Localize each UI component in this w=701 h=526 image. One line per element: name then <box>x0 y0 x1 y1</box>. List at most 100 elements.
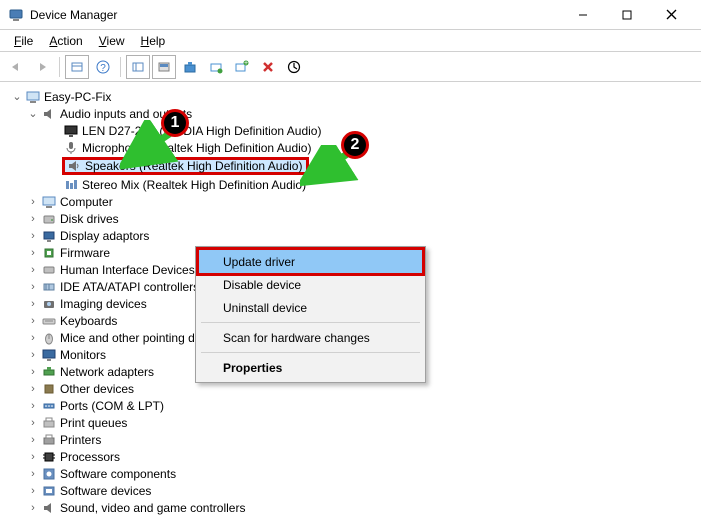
category-icon <box>41 483 57 499</box>
tree-label: Microphone (Realtek High Definition Audi… <box>82 141 311 155</box>
tree-category[interactable]: › Ports (COM & LPT) <box>4 397 701 414</box>
ctx-update-driver[interactable]: Update driver <box>199 250 422 273</box>
stereo-mix-icon <box>63 177 79 193</box>
expand-icon[interactable]: › <box>26 264 40 276</box>
tree-category[interactable]: › Display adaptors <box>4 227 701 244</box>
category-icon <box>41 296 57 312</box>
menu-item-label: Properties <box>223 361 282 375</box>
expand-icon[interactable]: › <box>26 196 40 208</box>
tree-label: Software devices <box>60 484 151 498</box>
expand-icon[interactable]: › <box>26 315 40 327</box>
annotation-badge-1: 1 <box>161 109 189 137</box>
tree-category[interactable]: ›Print queues <box>4 414 701 431</box>
tree-device[interactable]: Stereo Mix (Realtek High Definition Audi… <box>4 176 701 193</box>
tree-label: Ports (COM & LPT) <box>60 399 164 413</box>
category-icon <box>41 330 57 346</box>
tree-label: Software components <box>60 467 176 481</box>
properties-button[interactable] <box>152 55 176 79</box>
computer-icon <box>25 89 41 105</box>
ctx-uninstall-device[interactable]: Uninstall device <box>199 296 422 319</box>
tree-category[interactable]: ›Disk drives <box>4 210 701 227</box>
tree-category[interactable]: › Computer <box>4 193 701 210</box>
close-button[interactable] <box>649 1 693 29</box>
category-icon <box>41 279 57 295</box>
tree-category[interactable]: › Processors <box>4 448 701 465</box>
ctx-properties[interactable]: Properties <box>199 356 422 379</box>
collapse-icon[interactable]: ⌄ <box>26 107 40 120</box>
menu-file[interactable]: File <box>6 32 41 50</box>
tree-label: Other devices <box>60 382 134 396</box>
category-icon <box>41 381 57 397</box>
tree-label: Display adaptors <box>60 229 149 243</box>
tree-category[interactable]: › Sound, video and game controllers <box>4 499 701 516</box>
expand-icon[interactable]: › <box>26 366 40 378</box>
context-menu: Update driver Disable device Uninstall d… <box>195 246 426 383</box>
help-button[interactable]: ? <box>91 55 115 79</box>
category-icon <box>41 194 57 210</box>
category-icon <box>41 228 57 244</box>
back-button[interactable] <box>4 55 28 79</box>
tree-label: Stereo Mix (Realtek High Definition Audi… <box>82 178 306 192</box>
menu-separator <box>201 352 420 353</box>
tree-label: Computer <box>60 195 113 209</box>
tree-label: Sound, video and game controllers <box>60 501 245 515</box>
menu-item-label: Scan for hardware changes <box>223 331 370 345</box>
speaker-icon <box>41 106 57 122</box>
details-button[interactable] <box>126 55 150 79</box>
category-icon <box>41 245 57 261</box>
expand-icon[interactable]: › <box>26 468 40 480</box>
maximize-button[interactable] <box>605 1 649 29</box>
category-icon <box>41 347 57 363</box>
tree-label: Speakers (Realtek High Definition Audio) <box>85 159 302 173</box>
tree-label: Keyboards <box>60 314 117 328</box>
add-legacy-button[interactable]: + <box>230 55 254 79</box>
category-icon <box>41 500 57 516</box>
tree-category[interactable]: › Software components <box>4 465 701 482</box>
tree-category[interactable]: ›Printers <box>4 431 701 448</box>
scan-hardware-button[interactable] <box>204 55 228 79</box>
monitor-icon <box>63 123 79 139</box>
expand-icon[interactable]: › <box>26 230 40 242</box>
expand-icon[interactable]: › <box>26 281 40 293</box>
category-icon <box>41 449 57 465</box>
ctx-disable-device[interactable]: Disable device <box>199 273 422 296</box>
disable-button[interactable] <box>282 55 306 79</box>
category-icon <box>41 262 57 278</box>
tree-label: Processors <box>60 450 120 464</box>
category-icon <box>41 211 57 227</box>
forward-button[interactable] <box>30 55 54 79</box>
menu-action[interactable]: Action <box>41 32 90 50</box>
expand-icon[interactable]: › <box>26 451 40 463</box>
expand-icon[interactable]: › <box>26 349 40 361</box>
ctx-scan-hardware[interactable]: Scan for hardware changes <box>199 326 422 349</box>
tree-category[interactable]: › Software devices <box>4 482 701 499</box>
tree-label: Human Interface Devices <box>60 263 195 277</box>
expand-icon[interactable]: › <box>26 417 40 429</box>
minimize-button[interactable] <box>561 1 605 29</box>
svg-text:+: + <box>244 60 248 67</box>
expand-icon[interactable]: › <box>26 502 40 514</box>
expand-icon[interactable]: › <box>26 298 40 310</box>
expand-icon[interactable]: › <box>26 247 40 259</box>
expand-icon[interactable]: › <box>26 434 40 446</box>
expand-icon[interactable]: › <box>26 400 40 412</box>
collapse-icon[interactable]: ⌄ <box>10 90 24 103</box>
menu-help[interactable]: Help <box>133 32 174 50</box>
toolbar-separator <box>120 57 121 77</box>
expand-icon[interactable]: › <box>26 213 40 225</box>
expand-icon[interactable]: › <box>26 485 40 497</box>
category-icon <box>41 364 57 380</box>
expand-icon[interactable]: › <box>26 383 40 395</box>
tree-label: LEN D27-20B (NVIDIA High Definition Audi… <box>82 124 321 138</box>
toolbar-separator <box>59 57 60 77</box>
uninstall-button[interactable] <box>256 55 280 79</box>
expand-icon[interactable]: › <box>26 332 40 344</box>
tree-label: Firmware <box>60 246 110 260</box>
tree-root[interactable]: ⌄ Easy-PC-Fix <box>4 88 701 105</box>
menu-view[interactable]: View <box>91 32 133 50</box>
show-hide-button[interactable] <box>65 55 89 79</box>
tree-label: IDE ATA/ATAPI controllers <box>60 280 199 294</box>
update-driver-button[interactable] <box>178 55 202 79</box>
tree-device-selected[interactable]: Speakers (Realtek High Definition Audio) <box>4 156 701 176</box>
tree-category-audio[interactable]: ⌄ Audio inputs and outputs <box>4 105 701 122</box>
